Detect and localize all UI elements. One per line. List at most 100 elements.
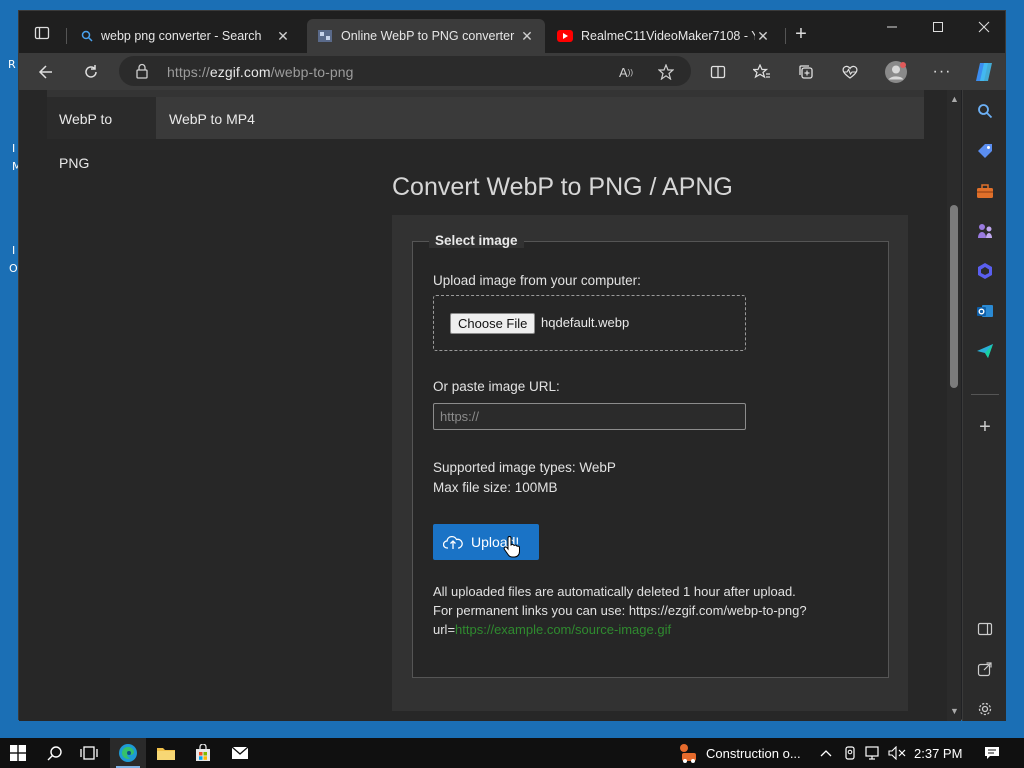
tab-youtube[interactable]: RealmeC11VideoMaker7108 - Yo ✕ (547, 19, 781, 53)
hide-sidebar-icon[interactable] (973, 617, 997, 641)
tab-ezgif[interactable]: Online WebP to PNG converter ✕ (307, 19, 545, 53)
selected-filename: hqdefault.webp (541, 315, 630, 330)
upload-panel: Select image Upload image from your comp… (392, 215, 908, 711)
profile-button[interactable] (881, 57, 911, 87)
copilot-icon (976, 63, 992, 81)
tab-separator (785, 28, 786, 44)
taskbar-store[interactable] (185, 738, 221, 768)
outlook-icon[interactable] (973, 299, 997, 323)
tab-label: webp png converter - Search (101, 29, 262, 43)
close-window-button[interactable] (961, 11, 1007, 43)
drop-send-icon[interactable] (973, 339, 997, 363)
games-icon[interactable] (973, 219, 997, 243)
file-dropzone[interactable]: Choose File hqdefault.webp (433, 295, 746, 351)
maximize-button[interactable] (915, 11, 961, 43)
lock-icon[interactable] (135, 63, 149, 79)
choose-file-button[interactable]: Choose File (450, 313, 536, 334)
mail-icon (231, 746, 249, 759)
add-sidebar-app-icon[interactable]: + (973, 415, 997, 439)
example-link[interactable]: https://example.com/source-image.gif (455, 622, 671, 637)
browser-window: webp png converter - Search ✕ Online Web… (18, 10, 1006, 721)
tab-search[interactable]: webp png converter - Search ✕ (71, 19, 301, 53)
max-file-size: Max file size: 100MB (433, 480, 558, 495)
copilot-button[interactable] (969, 57, 999, 87)
windows-taskbar: Construction o... 2:37 PM (0, 738, 1024, 768)
url-path: /webp-to-png (270, 64, 354, 80)
browser-essentials-button[interactable] (835, 57, 865, 87)
notification-app-icon[interactable] (672, 738, 704, 768)
tools-icon[interactable] (973, 179, 997, 203)
folder-icon (157, 748, 175, 760)
close-icon[interactable]: ✕ (519, 28, 535, 45)
ezgif-favicon (318, 30, 332, 42)
new-tab-button[interactable]: + (789, 23, 813, 47)
close-icon[interactable]: ✕ (275, 28, 291, 45)
address-bar[interactable]: https://ezgif.com/webp-to-png A)) (119, 56, 691, 86)
page-scrollbar[interactable]: ▲ ▼ (947, 90, 961, 721)
close-icon (978, 21, 990, 33)
refresh-icon (85, 65, 97, 78)
note-line: url=https://example.com/source-image.gif (433, 620, 883, 639)
upload-note: All uploaded files are automatically del… (433, 582, 883, 639)
back-button[interactable] (31, 57, 61, 87)
close-icon[interactable]: ✕ (755, 28, 771, 45)
refresh-button[interactable] (76, 57, 106, 87)
taskbar-file-explorer[interactable] (148, 738, 184, 768)
tab-strip: webp png converter - Search ✕ Online Web… (19, 11, 1005, 53)
read-aloud-icon[interactable]: A)) (615, 61, 637, 83)
favorites-button[interactable] (747, 57, 777, 87)
image-url-input[interactable]: https:// (433, 403, 746, 430)
windows-logo-icon (10, 745, 26, 761)
tab-separator (66, 28, 67, 44)
tab-actions-icon (34, 26, 50, 40)
minimize-icon (887, 26, 897, 28)
search-icon (47, 746, 62, 761)
network-icon[interactable] (862, 738, 884, 768)
chevron-up-icon[interactable] (816, 738, 836, 768)
taskbar-search-button[interactable] (38, 738, 72, 768)
url-label: Or paste image URL: (433, 379, 560, 394)
open-external-icon[interactable] (973, 657, 997, 681)
back-arrow-icon (38, 65, 52, 79)
people-icon[interactable] (840, 738, 860, 768)
settings-more-button[interactable]: ··· (927, 57, 957, 87)
upload-label: Upload image from your computer: (433, 273, 641, 288)
sidebar-divider (971, 394, 999, 395)
microsoft-365-icon[interactable] (973, 259, 997, 283)
nav-webp-to-png[interactable]: WebP to PNG (47, 97, 156, 171)
edge-icon (119, 744, 137, 762)
taskbar-edge[interactable] (110, 738, 146, 768)
favorites-icon (753, 64, 770, 79)
taskbar-mail[interactable] (222, 738, 258, 768)
top-menu-strip (47, 90, 924, 97)
scroll-down-arrow-icon[interactable]: ▼ (950, 706, 959, 716)
split-screen-icon (710, 65, 726, 79)
construction-icon (680, 744, 696, 763)
sidebar-search-icon[interactable] (973, 99, 997, 123)
browser-toolbar: https://ezgif.com/webp-to-png A)) ··· (19, 53, 1005, 90)
supported-types: Supported image types: WebP (433, 460, 616, 475)
favorite-star-icon[interactable] (655, 61, 677, 83)
start-button[interactable] (0, 738, 36, 768)
tab-actions-button[interactable] (27, 20, 57, 46)
collections-button[interactable] (791, 57, 821, 87)
notification-text[interactable]: Construction o... (706, 738, 801, 768)
upload-button[interactable]: Upload! (433, 524, 539, 560)
youtube-icon (557, 30, 573, 42)
shopping-tag-icon[interactable] (973, 139, 997, 163)
gear-icon[interactable] (973, 697, 997, 721)
scroll-thumb[interactable] (950, 205, 958, 388)
nav-webp-to-mp4[interactable]: WebP to MP4 (157, 97, 267, 139)
minimize-button[interactable] (869, 11, 915, 43)
notification-icon (985, 747, 999, 759)
scroll-up-arrow-icon[interactable]: ▲ (950, 94, 959, 104)
clock[interactable]: 2:37 PM (914, 738, 962, 768)
url-text[interactable]: https://ezgif.com/webp-to-png (167, 64, 354, 80)
split-screen-button[interactable] (703, 57, 733, 87)
note-line: All uploaded files are automatically del… (433, 584, 796, 599)
volume-muted-icon[interactable] (886, 738, 908, 768)
task-view-button[interactable] (72, 738, 106, 768)
action-center-button[interactable] (978, 738, 1006, 768)
store-bag-icon (196, 744, 210, 761)
collections-icon (799, 65, 813, 79)
